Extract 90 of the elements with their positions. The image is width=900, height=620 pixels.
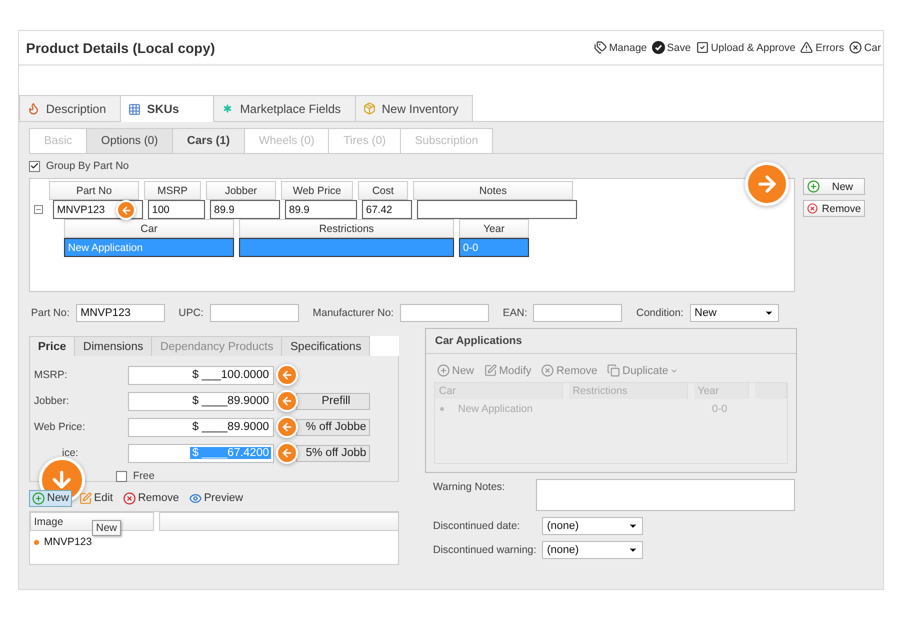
- price-input[interactable]: $ ___100.0000: [128, 366, 274, 384]
- tab[interactable]: SKUs: [120, 95, 214, 122]
- grid-button[interactable]: New: [803, 178, 865, 195]
- tab[interactable]: Options (0): [86, 128, 174, 153]
- collapse-icon[interactable]: [34, 205, 43, 214]
- condition-select[interactable]: New: [690, 304, 779, 322]
- table-cell: 67.42: [362, 200, 412, 219]
- bullet-icon: [34, 540, 39, 544]
- price-button[interactable]: % off Jobbe: [296, 418, 370, 436]
- tab[interactable]: Description: [19, 95, 122, 121]
- table-cell: 89.9: [285, 200, 357, 219]
- table-cell: 0-0: [712, 403, 728, 415]
- column-header[interactable]: Cost: [358, 181, 408, 200]
- column-header[interactable]: Year: [459, 219, 529, 238]
- tab[interactable]: Dimensions: [74, 336, 152, 356]
- pencil-icon: [79, 492, 92, 504]
- tab[interactable]: Marketplace Fields: [213, 95, 356, 121]
- field-label: MSRP:: [34, 369, 68, 381]
- column-header[interactable]: Notes: [413, 181, 573, 200]
- column-header[interactable]: Jobber: [206, 181, 276, 200]
- toolbar-action[interactable]: Errors: [800, 41, 844, 54]
- field-label: Jobber:: [34, 395, 70, 407]
- remove-icon: [807, 202, 818, 215]
- tags-icon: [594, 41, 607, 54]
- text-area[interactable]: [536, 479, 795, 511]
- tab[interactable]: Price: [29, 336, 76, 356]
- field-label: UPC:: [178, 307, 204, 319]
- price-button[interactable]: 5% off Jobb: [296, 444, 370, 462]
- tooltip: New: [92, 520, 122, 536]
- grid-icon: [128, 102, 142, 116]
- panel-title: Car Applications: [426, 329, 796, 354]
- date-select[interactable]: (none): [542, 541, 643, 559]
- tab[interactable]: New Inventory: [354, 95, 474, 121]
- plus-icon: [32, 492, 45, 504]
- column-header[interactable]: Car: [64, 219, 234, 238]
- toolbar-button[interactable]: Edit: [76, 490, 116, 506]
- checkbox-icon: [696, 41, 709, 54]
- eye-icon: [188, 492, 202, 504]
- window-title: Product Details (Local copy): [26, 40, 216, 56]
- grid-button[interactable]: Remove: [803, 200, 865, 217]
- input-field[interactable]: [400, 304, 489, 322]
- price-button[interactable]: Prefill: [296, 392, 370, 410]
- toolbar-button[interactable]: Preview: [186, 490, 246, 506]
- price-input[interactable]: $ ____89.9000: [128, 418, 274, 436]
- field-label: Discontinued date:: [433, 520, 521, 532]
- toolbar-action[interactable]: Save: [652, 41, 691, 54]
- field-label: ice:: [62, 447, 80, 459]
- price-input[interactable]: $ ____89.9000: [128, 392, 274, 410]
- table-cell-text: New Application: [458, 403, 534, 415]
- column-header[interactable]: Restrictions: [239, 219, 454, 238]
- table-cell: 89.9: [210, 200, 280, 219]
- checkbox-label: Group By Part No: [46, 160, 129, 172]
- warning-icon: [800, 41, 814, 54]
- column-header[interactable]: MSRP: [144, 181, 201, 200]
- checkmark-icon: [652, 41, 665, 54]
- column-header[interactable]: [159, 512, 399, 531]
- remove-icon: [541, 364, 554, 377]
- date-select[interactable]: (none): [542, 517, 643, 535]
- toolbar-button[interactable]: Remove: [120, 490, 182, 506]
- toolbar-action[interactable]: Manage: [594, 41, 647, 54]
- flame-icon: [27, 102, 40, 115]
- plus-icon: [437, 364, 450, 377]
- box-icon: [362, 102, 376, 115]
- tab[interactable]: Specifications: [281, 336, 370, 356]
- toolbar-button[interactable]: New: [29, 490, 72, 506]
- field-label: Manufacturer No:: [312, 307, 394, 319]
- field-label: Discontinued warning:: [433, 544, 536, 556]
- table-cell: 100: [148, 200, 205, 219]
- remove-icon: [122, 492, 136, 504]
- field-label: Warning Notes:: [433, 481, 506, 493]
- checkbox[interactable]: [29, 160, 40, 172]
- plus-icon: [807, 180, 820, 193]
- input-field[interactable]: MNVP123: [76, 304, 165, 322]
- input-field[interactable]: [210, 304, 299, 322]
- column-header[interactable]: Part No: [49, 181, 139, 200]
- field-label: EAN:: [502, 307, 528, 319]
- image-name: MNVP123: [44, 536, 92, 548]
- pencil-icon: [484, 364, 498, 377]
- field-label: Part No:: [31, 307, 70, 319]
- input-field[interactable]: [533, 304, 622, 322]
- copy-icon: [607, 364, 620, 377]
- bullet-icon: [440, 407, 444, 411]
- column-header[interactable]: Web Price: [281, 181, 353, 200]
- checkbox[interactable]: [116, 470, 127, 482]
- checkbox-label: Free: [133, 470, 155, 482]
- close-icon: [849, 41, 862, 54]
- field-label: Web Price:: [34, 421, 86, 433]
- field-label: Condition:: [636, 307, 684, 319]
- toolbar-action[interactable]: Upload & Approve: [696, 41, 796, 54]
- toolbar-action[interactable]: Car: [849, 41, 881, 54]
